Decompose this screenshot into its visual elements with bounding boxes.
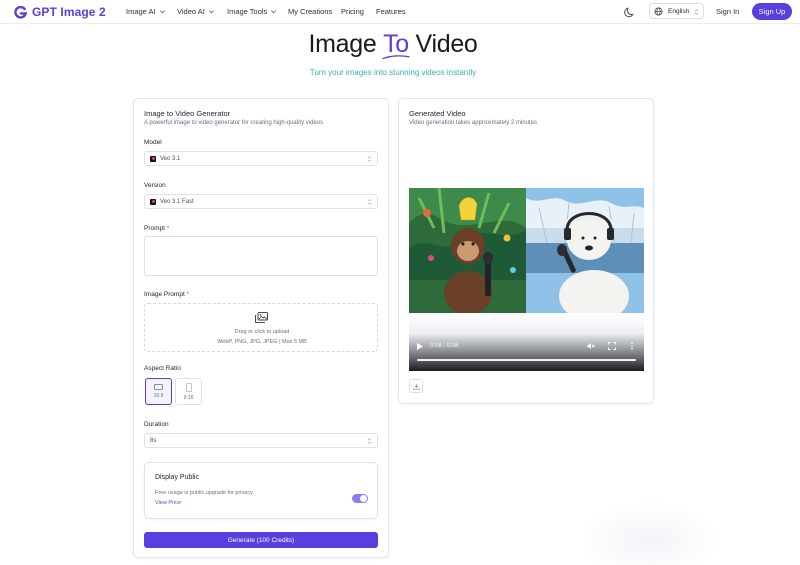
version-value: Veo 3.1 Fast: [160, 198, 194, 205]
result-subtitle: Video generation takes approximately 2 m…: [409, 120, 537, 126]
title-prefix: Image: [308, 30, 384, 58]
image-upload-dropzone[interactable]: Drag or click to upload WebP, PNG, JPG, …: [144, 303, 378, 352]
image-prompt-label-text: Image Prompt: [144, 291, 185, 298]
version-logo-icon: [150, 198, 156, 205]
aspect-ratio-label: Aspect Ratio: [144, 365, 181, 372]
model-logo-icon: [150, 155, 156, 162]
sort-icon: [367, 156, 372, 162]
prompt-label: Prompt *: [144, 225, 169, 232]
duration-select[interactable]: 8s: [144, 433, 378, 448]
nav-pricing-label: Pricing: [341, 7, 364, 16]
nav-image-ai-label: Image AI: [126, 7, 156, 16]
aspect-ratio-9-16[interactable]: 9:16: [175, 378, 202, 405]
nav-video-ai-label: Video AI: [177, 7, 205, 16]
landscape-icon: [154, 384, 163, 390]
result-title: Generated Video: [409, 109, 466, 118]
nav-image-tools-label: Image Tools: [227, 7, 268, 16]
model-value: Veo 3.1: [160, 155, 181, 162]
video-progress-bar[interactable]: [417, 359, 636, 361]
nav-image-tools[interactable]: Image Tools: [227, 7, 277, 16]
generator-subtitle: A powerful image to video generator for …: [144, 120, 324, 126]
prompt-label-text: Prompt: [144, 225, 165, 232]
background-glow: [580, 500, 720, 565]
portrait-icon: [185, 382, 192, 392]
more-options-icon[interactable]: [628, 342, 636, 350]
aspect-ratio-16-9[interactable]: 16:9: [145, 378, 172, 405]
chevron-down-icon: [208, 10, 214, 14]
page-subtitle: Turn your images into stunning videos in…: [309, 68, 477, 77]
sort-icon: [694, 9, 699, 15]
prompt-textarea[interactable]: [144, 236, 378, 276]
video-controls: 0:08 / 0:08: [409, 338, 644, 356]
mute-icon[interactable]: [587, 342, 595, 350]
sort-icon: [367, 438, 372, 444]
model-select[interactable]: Veo 3.1: [144, 151, 378, 166]
nav-pricing[interactable]: Pricing: [341, 7, 364, 16]
view-price-link[interactable]: View Price: [155, 500, 181, 506]
nav-my-creations[interactable]: My Creations: [288, 7, 332, 16]
display-public-panel: Display Public Free usage is public,upgr…: [144, 462, 378, 519]
play-icon[interactable]: [417, 343, 423, 350]
chevron-down-icon: [159, 10, 165, 14]
images-icon: [255, 312, 268, 323]
image-prompt-label: Image Prompt *: [144, 291, 189, 298]
nav-my-creations-label: My Creations: [288, 7, 333, 16]
nav-image-ai[interactable]: Image AI: [126, 7, 166, 16]
chevron-down-icon: [271, 10, 277, 14]
video-time: 0:08 / 0:08: [430, 343, 459, 349]
duration-label: Duration: [144, 421, 169, 428]
required-mark: *: [186, 291, 190, 298]
download-button[interactable]: [409, 379, 423, 393]
logo-text: GPT Image 2: [32, 5, 106, 19]
upload-instructions: Drag or click to upload: [234, 329, 290, 335]
moon-icon[interactable]: [623, 5, 637, 19]
logo[interactable]: GPT Image 2: [14, 4, 106, 20]
nav-features[interactable]: Features: [376, 7, 406, 16]
model-label: Model: [144, 139, 162, 146]
display-public-description: Free usage is public,upgrade for privacy: [155, 490, 253, 496]
generator-card: Image to Video Generator A powerful imag…: [133, 98, 389, 558]
fullscreen-icon[interactable]: [608, 342, 616, 350]
result-card: Generated Video Video generation takes a…: [398, 98, 654, 404]
language-label: English: [668, 7, 690, 15]
sort-icon: [367, 199, 372, 205]
title-underline-decoration: [382, 55, 410, 60]
display-public-toggle[interactable]: [352, 494, 368, 503]
nav-features-label: Features: [376, 7, 406, 16]
required-mark: *: [166, 225, 170, 232]
sign-up-button[interactable]: Sign Up: [752, 3, 792, 20]
aspect-ratio-9-16-label: 9:16: [183, 394, 194, 401]
aspect-ratio-16-9-label: 16:9: [153, 393, 164, 399]
version-label: Version: [144, 182, 166, 189]
sign-in-link[interactable]: Sign In: [716, 7, 739, 16]
nav-video-ai[interactable]: Video AI: [177, 7, 215, 16]
download-icon: [412, 383, 420, 390]
generate-button[interactable]: Generate (100 Credits): [144, 532, 378, 548]
language-select[interactable]: English: [649, 3, 704, 19]
logo-icon: [14, 5, 27, 19]
video-player[interactable]: 0:08 / 0:08: [409, 188, 644, 371]
generator-title: Image to Video Generator: [144, 109, 231, 118]
title-suffix: Video: [408, 30, 478, 58]
display-public-title: Display Public: [155, 474, 199, 481]
globe-icon: [654, 7, 663, 15]
top-nav: GPT Image 2 Image AI Video AI Image Tool…: [0, 0, 800, 24]
upload-formats: WebP, PNG, JPG, JPEG | Max 5 MB: [217, 339, 307, 345]
version-select[interactable]: Veo 3.1 Fast: [144, 194, 378, 209]
duration-value: 8s: [150, 437, 157, 444]
